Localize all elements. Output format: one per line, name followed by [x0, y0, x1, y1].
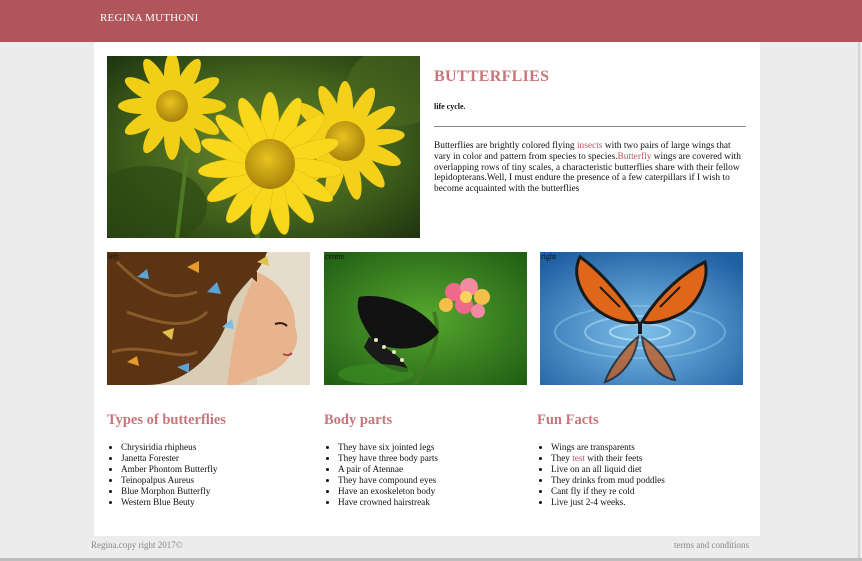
terms-link[interactable]: terms and conditions	[674, 540, 749, 550]
page-container: BUTTERFLIES life cycle. Butterflies are …	[94, 42, 760, 536]
butterfly-link[interactable]: Butterfly	[618, 152, 652, 162]
hero-text-part: Butterflies are brightly colored flying	[434, 141, 577, 151]
insects-link[interactable]: insects	[577, 141, 603, 151]
list-item: Chrysiridia rhipheus	[121, 442, 317, 453]
fact-text: They	[551, 452, 573, 463]
list-item: Cant fly if they re cold	[551, 486, 747, 497]
gallery-image-right: right	[540, 252, 743, 385]
fun-facts-list: Wings are transparents They test with th…	[537, 442, 747, 507]
body-parts-column: Body parts They have six jointed legs Th…	[324, 412, 534, 507]
fact-text: with their feets	[584, 452, 643, 463]
list-item: Janetta Forester	[121, 453, 317, 464]
gallery-image-left: left	[107, 252, 310, 385]
hero-paragraph: Butterflies are brightly colored flying …	[434, 141, 746, 195]
types-heading: Types of butterflies	[107, 412, 226, 428]
list-item: Blue Morphon Butterfly	[121, 486, 317, 497]
divider	[434, 126, 746, 127]
list-item: Have an exoskeleton body	[338, 486, 534, 497]
list-item: They have three body parts	[338, 453, 534, 464]
hero-image	[107, 56, 420, 238]
test-link[interactable]: test	[572, 453, 585, 463]
body-parts-list: They have six jointed legs They have thr…	[324, 442, 534, 507]
scrollbar-edge	[858, 42, 860, 561]
list-item: Teinopalpus Aureus	[121, 475, 317, 486]
list-item: Have crowned hairstreak	[338, 497, 534, 508]
fun-facts-column: Fun Facts Wings are transparents They te…	[537, 412, 747, 507]
gallery-caption: right	[541, 252, 557, 261]
hero-title: BUTTERFLIES	[434, 68, 550, 85]
gallery-caption: centre	[325, 252, 345, 261]
list-item: Live on an all liquid diet	[551, 464, 747, 475]
body-parts-heading: Body parts	[324, 412, 393, 428]
hero-text-block: BUTTERFLIES life cycle. Butterflies are …	[434, 68, 746, 195]
top-navbar: REGINA MUTHONI	[0, 0, 862, 42]
site-brand[interactable]: REGINA MUTHONI	[100, 12, 198, 24]
list-item: Western Blue Beuty	[121, 497, 317, 508]
fun-facts-heading: Fun Facts	[537, 412, 599, 428]
list-item: Amber Phontom Butterfly	[121, 464, 317, 475]
footer-copyright: Regina.copy right 2017©	[91, 540, 183, 550]
list-item: Wings are transparents	[551, 442, 747, 453]
gallery-caption: left	[108, 252, 119, 261]
list-item: They test with their feets	[551, 453, 747, 464]
list-item: Live just 2-4 weeks.	[551, 497, 747, 508]
list-item: They drinks from mud poddles	[551, 475, 747, 486]
list-item: They have six jointed legs	[338, 442, 534, 453]
types-list: Chrysiridia rhipheus Janetta Forester Am…	[107, 442, 317, 507]
list-item: A pair of Atennae	[338, 464, 534, 475]
hero-subtitle: life cycle.	[434, 102, 466, 111]
gallery-image-centre: centre	[324, 252, 527, 385]
list-item: They have compound eyes	[338, 475, 534, 486]
types-column: Types of butterflies Chrysiridia rhipheu…	[107, 412, 317, 507]
